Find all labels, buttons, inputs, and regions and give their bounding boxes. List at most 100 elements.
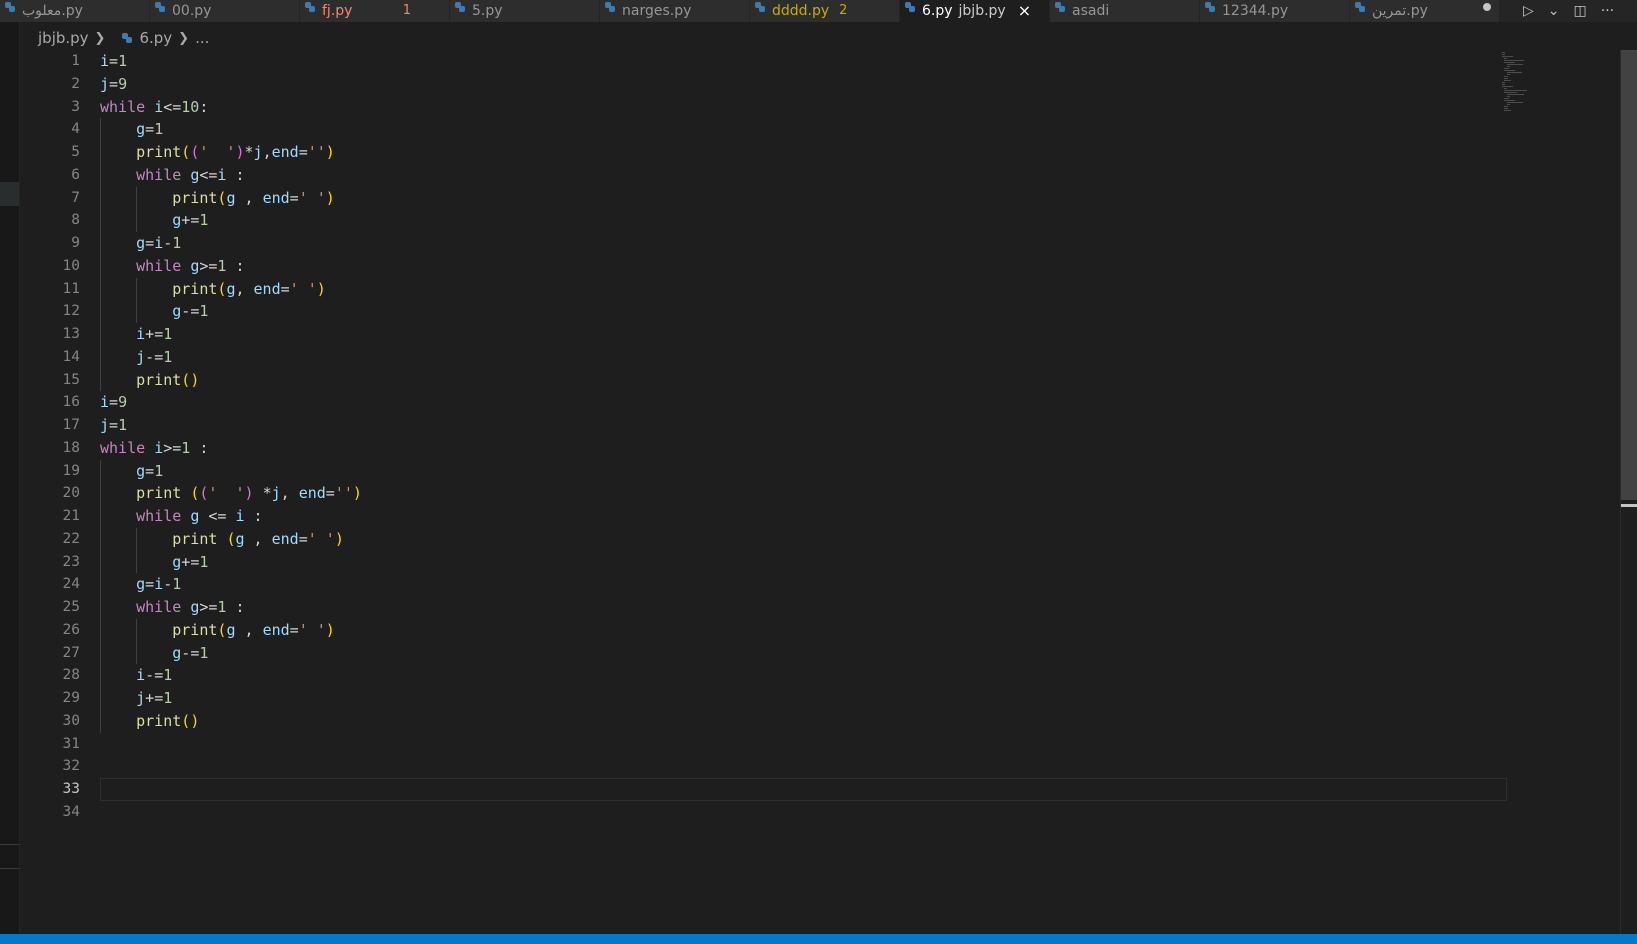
tab-9[interactable]: تمرين.py — [1350, 0, 1500, 22]
line-number: 21 — [62, 508, 80, 524]
minimap-line — [1502, 54, 1505, 55]
minimap-line — [1504, 78, 1508, 79]
minimap-line — [1504, 70, 1516, 71]
minimap-line — [1504, 106, 1508, 107]
tab-label: narges.py — [622, 3, 692, 19]
line-number: 30 — [62, 712, 80, 729]
tab-label: 12344.py — [1222, 3, 1289, 19]
line-number: 23 — [62, 553, 80, 570]
vertical-scrollbar[interactable] — [1620, 50, 1637, 934]
minimap-line — [1504, 58, 1508, 59]
tab-7[interactable]: asadi — [1050, 0, 1200, 22]
minimap-line — [1502, 82, 1505, 83]
code-line[interactable]: j=9 — [100, 73, 1507, 96]
code-line[interactable]: while g <= i : — [100, 505, 1507, 528]
minimap-line — [1504, 110, 1511, 111]
python-file-icon — [1055, 2, 1065, 12]
line-number: 6 — [71, 166, 80, 183]
code-line[interactable]: print() — [100, 369, 1507, 392]
code-line[interactable]: while i>=1 : — [100, 437, 1507, 460]
code-line[interactable]: i=9 — [100, 391, 1507, 414]
unsaved-dot-icon[interactable] — [1483, 3, 1491, 11]
run-icon[interactable]: ▷ — [1523, 4, 1534, 18]
code-line[interactable]: i+=1 — [100, 323, 1507, 346]
tab-1[interactable]: 00.py — [150, 0, 300, 22]
code-line[interactable]: j=1 — [100, 414, 1507, 437]
code-line[interactable]: g=i-1 — [100, 573, 1507, 596]
chevron-right-icon: ❯ — [94, 30, 106, 46]
indent-guide — [100, 459, 101, 733]
code-line[interactable]: j-=1 — [100, 346, 1507, 369]
line-number: 4 — [71, 121, 80, 138]
code-line[interactable]: while g<=i : — [100, 164, 1507, 187]
line-number: 2 — [71, 75, 80, 92]
minimap-line — [1504, 100, 1516, 101]
code-line[interactable]: while g>=1 : — [100, 596, 1507, 619]
code-line[interactable] — [100, 733, 1507, 756]
tab-2[interactable]: fj.py 1 — [300, 0, 450, 22]
code-line[interactable]: g-=1 — [100, 642, 1507, 665]
line-number: 14 — [62, 348, 80, 365]
tab-bar: معلوب.py 00.py fj.py 1 5.py narges.py dddd.py 2… — [0, 0, 1637, 22]
line-number: 7 — [71, 189, 80, 206]
python-file-icon — [605, 2, 615, 12]
minimap-line — [1506, 72, 1523, 73]
line-number: 34 — [62, 803, 80, 820]
minimap-line — [1504, 60, 1525, 61]
activity-bar — [0, 22, 20, 934]
line-number: 22 — [62, 530, 80, 547]
code-line[interactable]: print ((' ') *j, end='') — [100, 482, 1507, 505]
python-file-icon — [5, 2, 15, 12]
code-line[interactable]: while g>=1 : — [100, 255, 1507, 278]
scrollbar-thumb[interactable] — [1621, 50, 1637, 500]
code-line[interactable]: g=1 — [100, 460, 1507, 483]
code-line[interactable]: g-=1 — [100, 300, 1507, 323]
chevron-down-icon[interactable]: ⌄ — [1548, 4, 1560, 18]
line-number: 5 — [71, 144, 80, 160]
line-number: 17 — [62, 417, 80, 433]
code-line[interactable]: print(g , end=' ') — [100, 619, 1507, 642]
code-line[interactable]: j+=1 — [100, 687, 1507, 710]
code-line[interactable]: while i<=10: — [100, 96, 1507, 119]
breadcrumb-symbol[interactable]: ... — [195, 29, 209, 47]
tab-8[interactable]: 12344.py — [1200, 0, 1350, 22]
code-line[interactable]: g+=1 — [100, 551, 1507, 574]
line-number: 12 — [62, 303, 80, 320]
tab-label: asadi — [1072, 3, 1110, 19]
line-number: 28 — [62, 667, 80, 684]
code-line[interactable]: print() — [100, 710, 1507, 733]
tab-label: 00.py — [172, 3, 212, 19]
code-line[interactable]: g=i-1 — [100, 232, 1507, 255]
code-line[interactable] — [100, 755, 1507, 778]
tab-0[interactable]: معلوب.py — [0, 0, 150, 22]
minimap-line — [1504, 88, 1508, 89]
line-number: 32 — [62, 758, 80, 775]
tab-6[interactable]: 6.py jbjb.py × — [900, 0, 1050, 22]
code-line[interactable]: g=1 — [100, 118, 1507, 141]
tab-5[interactable]: dddd.py 2 — [750, 0, 900, 22]
close-icon[interactable]: × — [1018, 3, 1031, 19]
tab-4[interactable]: narges.py — [600, 0, 750, 22]
code-line[interactable]: g+=1 — [100, 209, 1507, 232]
code-editor[interactable]: 1 2 3 4 5 6 7 8 9 10 11 12 13 14 15 16 17 18 19 20 21 22 23 24 2… — [20, 50, 1637, 934]
code-line[interactable]: print (g , end=' ') — [100, 528, 1507, 551]
minimap-line — [1504, 108, 1508, 109]
split-editor-icon[interactable]: ◫ — [1574, 4, 1587, 18]
breadcrumb: jbjb.py ❯ 6.py ❯ ... — [38, 28, 209, 48]
code-line[interactable]: i-=1 — [100, 664, 1507, 687]
indent-guide — [100, 118, 101, 392]
code-line[interactable]: print((' ')*j,end='') — [100, 141, 1507, 164]
code-line[interactable]: print(g , end=' ') — [100, 187, 1507, 210]
minimap[interactable] — [1502, 52, 1542, 112]
code-line[interactable] — [100, 801, 1507, 824]
breadcrumb-folder[interactable]: jbjb.py — [38, 29, 89, 47]
breadcrumb-file[interactable]: 6.py — [139, 29, 172, 47]
code-area[interactable]: i=1 j=9 while i<=10: g=1 print((' ')*j,end… — [100, 50, 1507, 824]
tab-3[interactable]: 5.py — [450, 0, 600, 22]
code-line[interactable] — [100, 778, 1507, 801]
code-line[interactable]: i=1 — [100, 50, 1507, 73]
code-line[interactable]: print(g, end=' ') — [100, 278, 1507, 301]
python-file-icon — [455, 2, 465, 12]
line-number: 27 — [62, 644, 80, 661]
more-actions-icon[interactable]: ··· — [1601, 4, 1614, 18]
